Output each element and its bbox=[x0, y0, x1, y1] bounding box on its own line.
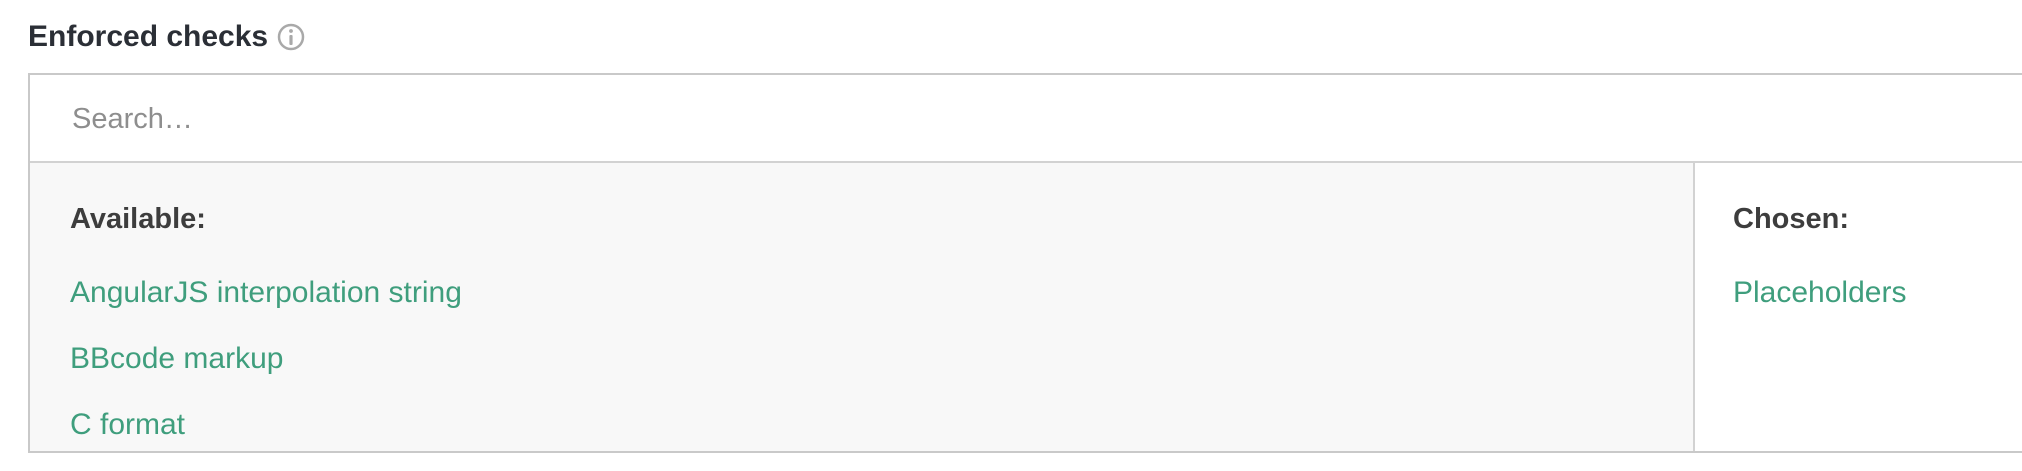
info-icon[interactable] bbox=[276, 22, 306, 52]
chosen-column: Chosen: Placeholders bbox=[1695, 163, 2022, 451]
search-input[interactable] bbox=[70, 93, 1974, 145]
field-label-row: Enforced checks bbox=[28, 20, 306, 54]
multi-select-widget: Available: AngularJS interpolation strin… bbox=[28, 73, 2022, 453]
enforced-checks-field: Enforced checks Available: AngularJS int… bbox=[0, 0, 2022, 453]
field-label: Enforced checks bbox=[28, 20, 269, 53]
search-box bbox=[30, 75, 2022, 163]
available-list: AngularJS interpolation string BBcode ma… bbox=[70, 273, 462, 471]
available-item-angularjs[interactable]: AngularJS interpolation string bbox=[70, 273, 462, 339]
chosen-heading: Chosen: bbox=[1733, 203, 1849, 235]
available-item-c-format[interactable]: C format bbox=[70, 405, 462, 471]
chosen-item-placeholders[interactable]: Placeholders bbox=[1733, 273, 1906, 339]
chosen-list: Placeholders bbox=[1733, 273, 1906, 339]
available-heading: Available: bbox=[70, 203, 206, 235]
available-item-bbcode[interactable]: BBcode markup bbox=[70, 339, 462, 405]
available-column: Available: AngularJS interpolation strin… bbox=[30, 163, 1695, 451]
